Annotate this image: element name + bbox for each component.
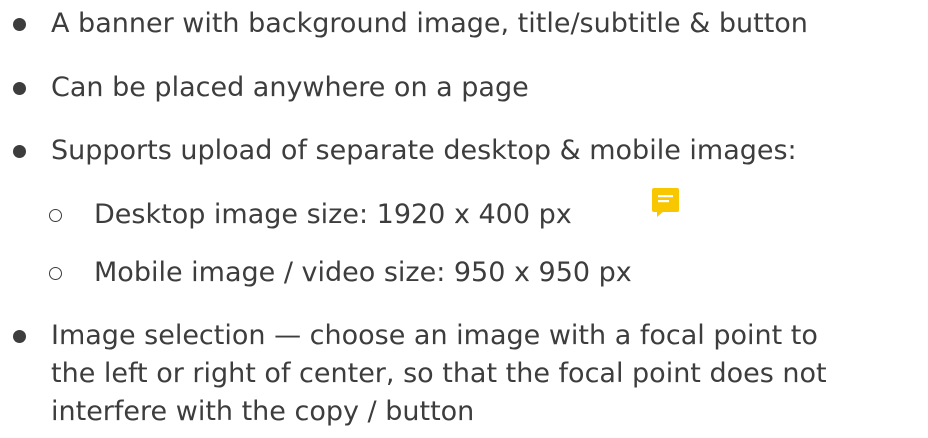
- list-item-text-line: the left or right of center, so that the…: [51, 358, 827, 389]
- list-item-text-line: interfere with the copy / button: [51, 396, 475, 427]
- list-item-text: Mobile image / video size: 950 x 950 px: [94, 257, 632, 288]
- bullet-disc-icon: [13, 82, 26, 95]
- bullet-circle-icon: [49, 209, 62, 222]
- list-item-text-line: Image selection — choose an image with a…: [51, 320, 818, 351]
- bullet-disc-icon: [13, 330, 26, 343]
- list-item-text: Supports upload of separate desktop & mo…: [51, 135, 797, 166]
- list-item-text: A banner with background image, title/su…: [51, 8, 808, 39]
- bullet-circle-icon: [49, 267, 62, 280]
- list-item-text: Can be placed anywhere on a page: [51, 72, 529, 103]
- bullet-list: A banner with background image, title/su…: [0, 0, 928, 438]
- bullet-disc-icon: [13, 18, 26, 31]
- comment-icon[interactable]: [652, 188, 679, 217]
- bullet-disc-icon: [13, 145, 26, 158]
- list-item-text: Desktop image size: 1920 x 400 px: [94, 199, 572, 230]
